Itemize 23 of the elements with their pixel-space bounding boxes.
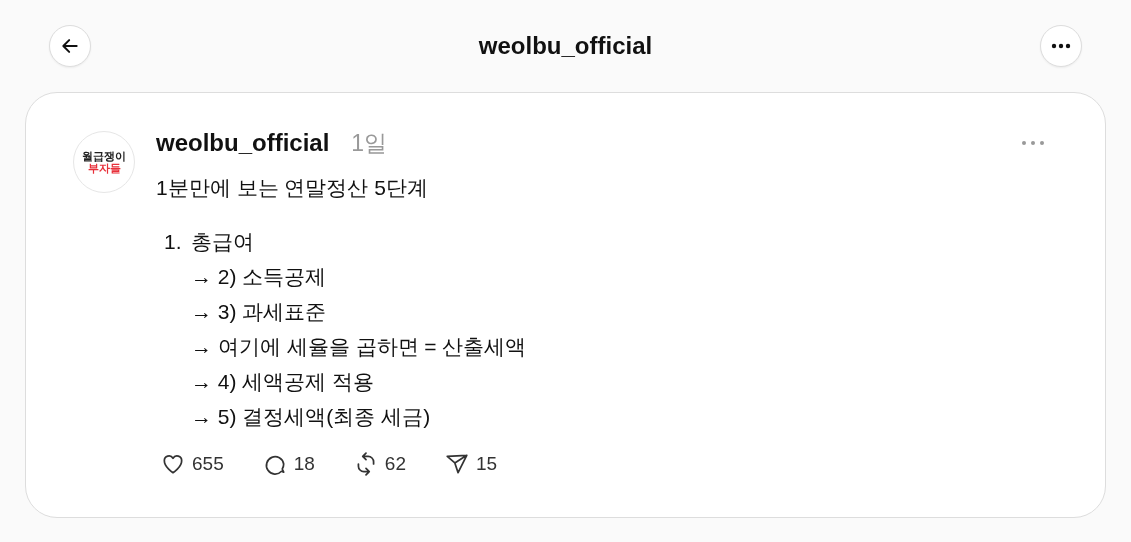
back-arrow-icon	[60, 36, 80, 56]
post-text: 1분만에 보는 연말정산 5단계	[156, 175, 429, 201]
list-step: → 5) 결정세액(최종 세금)	[191, 399, 1049, 434]
post-time: 1일	[351, 128, 388, 158]
author-name[interactable]: weolbu_official	[156, 129, 330, 157]
repost-button[interactable]: 62	[352, 451, 406, 477]
list-number: 1.	[164, 229, 182, 255]
logo-text: 월급쟁이	[82, 149, 126, 162]
avatar[interactable]: 월급쟁이 부자들	[73, 131, 135, 193]
like-button[interactable]: 655	[160, 451, 224, 477]
reply-button[interactable]: 18	[261, 451, 315, 477]
share-button[interactable]: 15	[444, 451, 498, 477]
more-icon	[1051, 43, 1071, 49]
back-button[interactable]	[49, 25, 91, 67]
list-step: → 4) 세액공제 적용	[191, 364, 1049, 399]
list-item: 총급여	[190, 229, 254, 255]
list-step: → 여기에 세율을 곱하면 = 산출세액	[191, 329, 1049, 364]
list-step: → 2) 소득공제	[191, 259, 1049, 294]
more-button[interactable]	[1040, 25, 1082, 67]
logo-text: 부자들	[87, 162, 121, 175]
page-title: weolbu_official	[478, 32, 653, 60]
more-icon	[1021, 140, 1045, 146]
list-step: → 3) 과세표준	[191, 294, 1049, 329]
